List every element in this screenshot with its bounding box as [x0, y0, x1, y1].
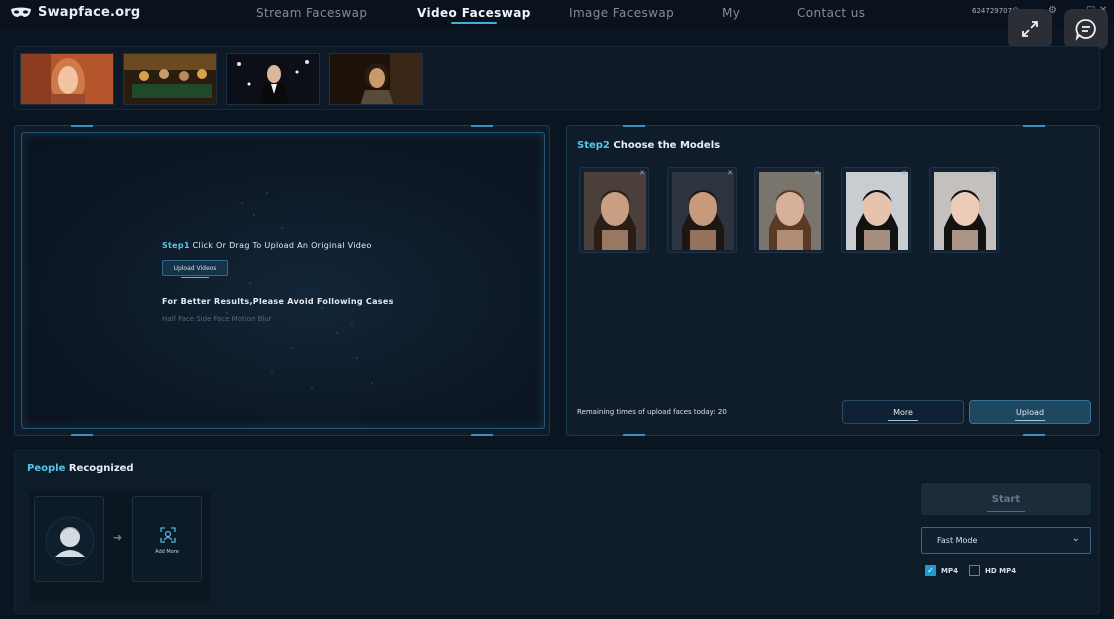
remove-model-icon[interactable]: ✕ [727, 169, 733, 177]
video-thumbnail-strip [14, 46, 1100, 110]
nav-image-faceswap[interactable]: Image Faceswap [569, 6, 674, 20]
casino-scene-thumbnail [124, 54, 216, 104]
step1-text: Click Or Drag To Upload An Original Vide… [189, 241, 372, 250]
remove-model-icon[interactable]: ✕ [639, 169, 645, 177]
nav-stream-faceswap[interactable]: Stream Faceswap [256, 6, 367, 20]
arrow-right-icon: ➜ [113, 531, 123, 544]
model-man-long-hair-card[interactable]: ✕ [579, 167, 649, 253]
face-portrait-icon [934, 172, 996, 250]
nav-contact-us[interactable]: Contact us [797, 6, 865, 20]
step1-instruction: Step1 Click Or Drag To Upload An Origina… [162, 241, 372, 250]
checkbox-unchecked-icon [969, 565, 980, 576]
nav-my[interactable]: My [722, 6, 740, 20]
video-thumbnail[interactable] [226, 53, 320, 105]
video-thumbnail[interactable] [20, 53, 114, 105]
chat-icon [1075, 19, 1096, 41]
avoid-cases-text: Half Face Side Face Motion Blur [162, 315, 272, 323]
better-results-heading: For Better Results,Please Avoid Followin… [162, 297, 394, 306]
upload-face-button[interactable]: Upload [969, 400, 1091, 424]
logo[interactable]: Swapface.org [10, 5, 140, 20]
model-woman-black-hair-card[interactable]: ✕ [929, 167, 999, 253]
recognized-face-slot[interactable] [34, 496, 104, 582]
start-button[interactable]: Start [921, 483, 1091, 515]
expand-button[interactable] [1008, 9, 1052, 49]
step1-label: Step1 [162, 241, 190, 250]
remaining-uploads-text: Remaining times of upload faces today: 2… [577, 408, 727, 416]
hd-mp4-checkbox[interactable]: HD MP4 [969, 565, 1016, 576]
upload-video-panel: Step1 Click Or Drag To Upload An Origina… [14, 125, 550, 436]
checkbox-checked-icon: ✓ [925, 565, 936, 576]
model-woman-brown-hair-card[interactable]: ✕ [754, 167, 824, 253]
face-scan-icon [160, 527, 176, 543]
face-portrait-icon [672, 172, 734, 250]
video-drop-zone[interactable]: Step1 Click Or Drag To Upload An Origina… [21, 132, 545, 429]
person-placeholder-icon [45, 516, 95, 566]
step2-text: Choose the Models [609, 140, 721, 151]
title-bar: Swapface.org Stream Faceswap Video Faces… [0, 0, 1114, 28]
video-thumbnail[interactable] [123, 53, 217, 105]
more-models-button[interactable]: More [842, 400, 964, 424]
face-portrait-icon [584, 172, 646, 250]
brand-name: Swapface.org [38, 5, 141, 20]
particle-background-icon [226, 192, 373, 389]
recognized-faces-area: ➜ Add More [29, 491, 211, 603]
face-portrait-icon [846, 172, 908, 250]
man-tuxedo-party-thumbnail [227, 54, 319, 104]
chat-button[interactable] [1064, 9, 1108, 49]
woman-red-hair-thumbnail [21, 54, 113, 104]
add-more-label: Add More [155, 549, 179, 555]
people-recognized-panel: People Recognized ➜ Add More Start Fast … [14, 450, 1100, 614]
remove-model-icon[interactable]: ✕ [989, 169, 995, 177]
expand-icon [1022, 21, 1038, 37]
model-man-suit-card[interactable]: ✕ [841, 167, 911, 253]
model-man-short-hair-card[interactable]: ✕ [667, 167, 737, 253]
people-recognized-title: People Recognized [27, 463, 134, 474]
mp4-label: MP4 [941, 566, 958, 575]
chevron-down-icon: ⌄ [1071, 533, 1080, 544]
choose-models-panel: Step2 Choose the Models ✕ ✕ ✕ ✕ ✕ Remaining … [566, 125, 1100, 436]
face-portrait-icon [759, 172, 821, 250]
mp4-checkbox[interactable]: ✓ MP4 [925, 565, 958, 576]
mode-value: Fast Mode [937, 536, 978, 545]
mask-logo-icon [11, 7, 31, 17]
nav-video-faceswap[interactable]: Video Faceswap [417, 6, 531, 24]
upload-videos-button[interactable]: Upload Videos [162, 260, 228, 278]
hd-mp4-label: HD MP4 [985, 566, 1017, 575]
remove-model-icon[interactable]: ✕ [901, 169, 907, 177]
video-thumbnail[interactable] [329, 53, 423, 105]
woman-bob-hair-thumbnail [330, 54, 422, 104]
step2-title: Step2 Choose the Models [577, 140, 720, 151]
mode-select[interactable]: Fast Mode ⌄ [921, 527, 1091, 554]
step2-label: Step2 [577, 140, 610, 151]
remove-model-icon[interactable]: ✕ [814, 169, 820, 177]
add-more-button[interactable]: Add More [132, 496, 202, 582]
